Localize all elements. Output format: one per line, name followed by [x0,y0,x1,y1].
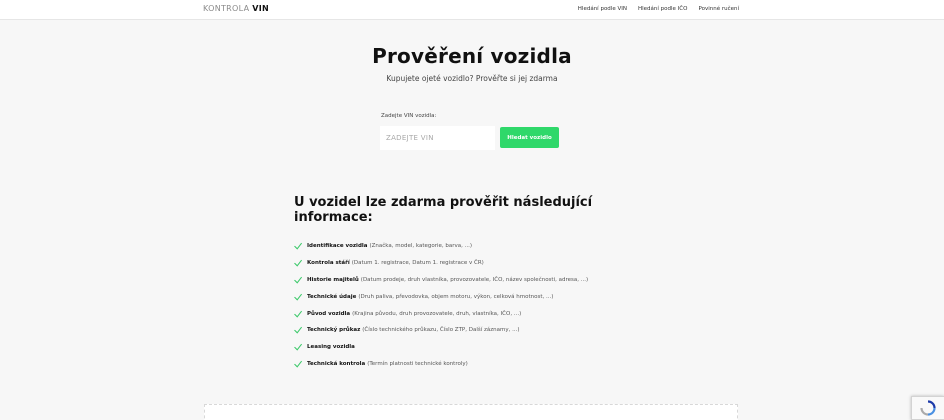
page-subtitle: Kupujete ojeté vozidlo? Prověřte si jej … [386,74,558,83]
page-title: Prověření vozidla [372,44,572,68]
nav-link-ico-search[interactable]: Hledání podle IČO [638,6,687,12]
nav-link-insurance[interactable]: Povinné ručení [698,6,739,12]
feature-detail: (Číslo technického průkazu, Číslo ZTP, D… [362,327,520,334]
feature-name: Leasing vozidla [307,344,355,351]
checkmark-icon [294,360,302,368]
checkmark-icon [294,344,302,351]
logo-text-bold: VIN [252,4,269,13]
list-item: Kontrola stáří (Datum 1. registrace, Dat… [294,255,588,272]
list-item: Původ vozidla (Krajina původu, druh prov… [294,305,588,322]
checkmark-icon [294,260,302,267]
list-item: Identifikace vozidla (Značka, model, kat… [294,238,588,255]
feature-name: Historie majitelů [307,276,359,283]
feature-name: Technické údaje [307,293,357,300]
recaptcha-badge[interactable] [911,396,944,420]
site-logo[interactable]: KONTROLA VIN [203,4,269,13]
feature-detail: (Krajina původu, druh provozovatele, dru… [352,310,522,317]
feature-name: Původ vozidla [307,310,351,317]
content-card [204,404,738,420]
feature-name: Technická kontrola [307,360,366,367]
top-navbar: KONTROLA VIN Hledání podle VIN Hledání p… [0,0,944,20]
checkmark-icon [294,276,302,284]
feature-name: Identifikace vozidla [307,243,368,250]
vin-input-label: Zadejte VIN vozidla: [381,113,437,119]
recaptcha-icon [920,400,936,416]
nav-link-vin-search[interactable]: Hledání podle VIN [578,6,627,12]
checkmark-icon [294,243,302,250]
list-item: Historie majitelů (Datum prodeje, druh v… [294,272,588,289]
list-item: Technický průkaz (Číslo technického průk… [294,322,588,339]
feature-name: Technický průkaz [307,327,361,334]
feature-detail: (Datum prodeje, druh vlastníka, provozov… [360,276,589,283]
feature-detail: (Značka, model, kategorie, barva, ...) [369,243,473,250]
list-item: Leasing vozidla [294,339,588,356]
checkmark-icon [294,293,302,301]
feature-detail: (Druh paliva, převodovka, objem motoru, … [358,293,554,300]
list-item: Technické údaje (Druh paliva, převodovka… [294,288,588,305]
list-item: Technická kontrola (Termín platnosti tec… [294,356,588,373]
checkmark-icon [294,310,302,318]
features-heading: U vozidel lze zdarma prověřit následujíc… [294,195,593,225]
feature-detail: (Datum 1. registrace, Datum 1. registrac… [351,260,484,267]
checkmark-icon [294,327,302,334]
feature-list: Identifikace vozidla (Značka, model, kat… [294,238,588,372]
search-vehicle-button[interactable]: Hledat vozidlo [500,127,559,148]
logo-text-light: KONTROLA [203,4,250,13]
feature-name: Kontrola stáří [307,260,350,267]
main-nav: Hledání podle VIN Hledání podle IČO Povi… [578,6,739,12]
vin-input[interactable] [380,126,495,150]
feature-detail: (Termín platnosti technické kontroly) [367,360,468,367]
